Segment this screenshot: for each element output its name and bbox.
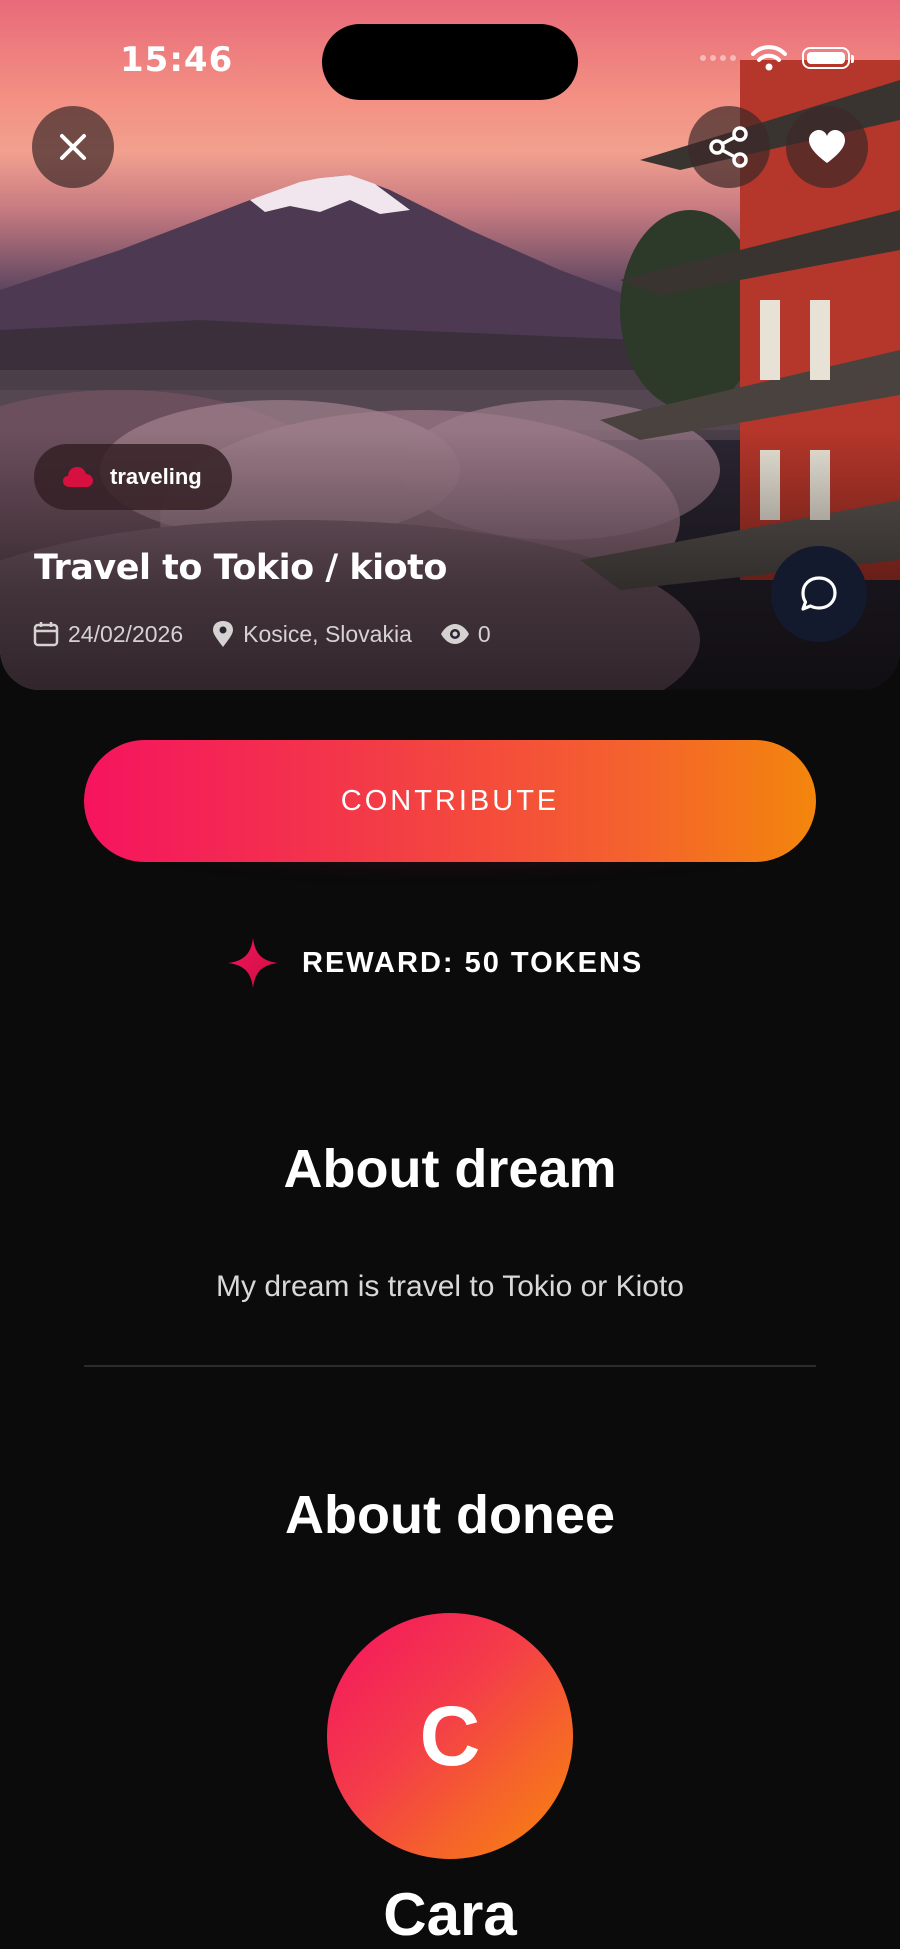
- close-button[interactable]: [32, 106, 114, 188]
- chat-icon: [801, 576, 837, 611]
- dream-title: Travel to Tokio / kioto: [34, 548, 447, 588]
- sparkle-icon: [228, 938, 278, 988]
- chat-button[interactable]: [771, 546, 867, 642]
- about-dream-text: My dream is travel to Tokio or Kioto: [216, 1270, 684, 1303]
- signal-dots: [700, 55, 736, 61]
- donee-name: Cara: [383, 1881, 517, 1948]
- about-dream-title: About dream: [283, 1139, 617, 1199]
- contribute-button[interactable]: CONTRIBUTE: [84, 740, 816, 862]
- reward-info: REWARD: 50 TOKENS: [228, 938, 643, 988]
- wifi-icon: [751, 45, 787, 71]
- about-donee-title: About donee: [285, 1485, 615, 1545]
- dream-location: Kosice, Slovakia: [243, 620, 412, 647]
- dynamic-island: [322, 24, 578, 100]
- dream-views: 0: [477, 620, 491, 647]
- category-tag[interactable]: traveling: [34, 444, 232, 510]
- dream-meta: 24/02/2026 Kosice, Slovakia 0: [32, 620, 519, 648]
- battery-icon: [802, 47, 854, 69]
- section-divider: [84, 1365, 816, 1367]
- share-icon: [709, 126, 748, 168]
- heart-icon: [809, 130, 845, 163]
- share-button[interactable]: [688, 106, 770, 188]
- calendar-icon: [33, 622, 59, 647]
- location-pin-icon: [213, 621, 234, 647]
- status-time: 15:46: [120, 40, 234, 80]
- cloud-icon: [63, 467, 93, 487]
- status-icons: [700, 44, 854, 72]
- favorite-button[interactable]: [786, 106, 868, 188]
- dream-date: 24/02/2026: [68, 620, 184, 647]
- views-meta: 0: [440, 621, 491, 648]
- reward-label: REWARD: 50 TOKENS: [302, 946, 644, 979]
- close-icon: [60, 134, 86, 160]
- location-meta: Kosice, Slovakia: [211, 620, 412, 648]
- date-meta: 24/02/2026: [32, 620, 183, 648]
- category-tag-label: traveling: [110, 464, 202, 489]
- eye-icon: [440, 624, 469, 644]
- donee-avatar[interactable]: C: [327, 1613, 573, 1859]
